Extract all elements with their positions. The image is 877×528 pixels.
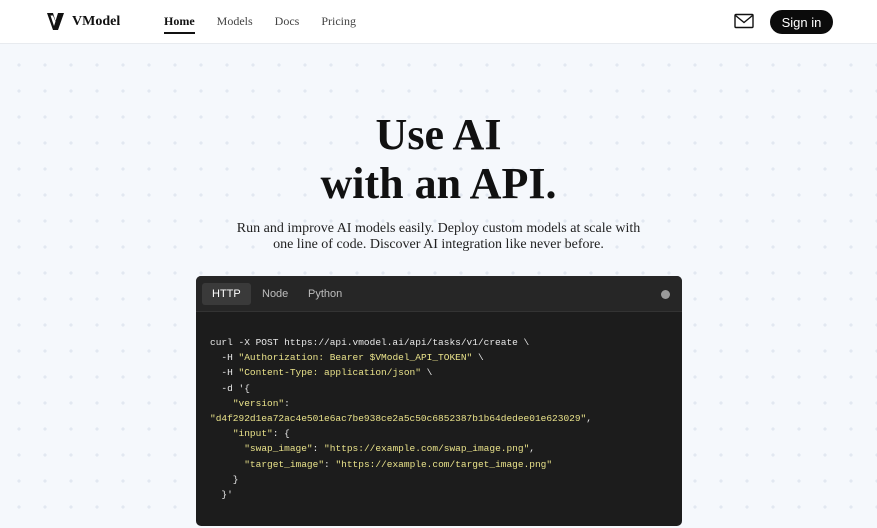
- brand-logo[interactable]: VModel: [47, 12, 120, 31]
- code-line: }': [210, 487, 592, 502]
- code-line: "target_image": "https://example.com/tar…: [210, 457, 592, 472]
- code-line: }: [210, 472, 592, 487]
- top-navbar: VModel Home Models Docs Pricing Sign in: [0, 0, 877, 44]
- code-text: -H: [210, 367, 239, 379]
- code-text: : {: [272, 428, 290, 440]
- code-string: "swap_image": [244, 443, 313, 455]
- code-line: -H "Content-Type: application/json" \: [210, 365, 592, 380]
- mail-icon[interactable]: [734, 13, 754, 29]
- code-string: "https://example.com/target_image.png": [335, 458, 553, 470]
- nav-link-models[interactable]: Models: [217, 14, 253, 34]
- code-text: :: [284, 397, 290, 409]
- nav-link-docs[interactable]: Docs: [275, 14, 300, 34]
- code-text: \: [420, 367, 433, 379]
- hero-title-line-2: with an API.: [320, 159, 557, 208]
- code-string: "version": [232, 397, 285, 409]
- code-line: "version":: [210, 396, 592, 411]
- code-line: "swap_image": "https://example.com/swap_…: [210, 441, 592, 456]
- brand-name: VModel: [72, 13, 121, 29]
- code-text: :: [312, 443, 325, 455]
- code-string: "Content-Type: application/json": [238, 367, 421, 379]
- code-text: curl -X POST https://api.vmodel.ai/api/t…: [210, 337, 530, 348]
- tab-python[interactable]: Python: [298, 283, 352, 305]
- nav-link-pricing[interactable]: Pricing: [321, 14, 356, 34]
- tab-http[interactable]: HTTP: [202, 283, 251, 305]
- code-string: "target_image": [244, 458, 325, 470]
- code-line: -H "Authorization: Bearer $VModel_API_TO…: [210, 350, 592, 365]
- code-string: "Authorization: Bearer $VModel_API_TOKEN…: [238, 352, 473, 364]
- code-text: }: [210, 473, 239, 485]
- code-text: :: [324, 458, 336, 470]
- vmodel-logo-icon: [47, 13, 64, 30]
- code-string: "https://example.com/swap_image.png": [324, 443, 530, 455]
- tab-node[interactable]: Node: [252, 283, 298, 305]
- status-dot-icon: [661, 290, 670, 299]
- hero-title-line-1: Use AI: [375, 110, 502, 159]
- code-block: curl -X POST https://api.vmodel.ai/api/t…: [210, 335, 592, 502]
- code-text: }': [210, 489, 233, 501]
- sign-in-button[interactable]: Sign in: [770, 10, 833, 34]
- hero-subtitle: Run and improve AI models easily. Deploy…: [236, 221, 641, 252]
- code-line: curl -X POST https://api.vmodel.ai/api/t…: [210, 335, 592, 350]
- code-text: -d '{: [210, 382, 250, 394]
- code-line: "input": {: [210, 426, 592, 441]
- code-line: "d4f292d1ea72ac4e501e6ac7be938ce2a5c50c6…: [210, 411, 592, 426]
- code-string: "d4f292d1ea72ac4e501e6ac7be938ce2a5c50c6…: [210, 413, 587, 425]
- code-text: ,: [529, 443, 535, 455]
- code-text: -H: [210, 352, 239, 364]
- code-sample-panel: HTTP Node Python curl -X POST https://ap…: [196, 276, 682, 526]
- code-line: -d '{: [210, 381, 592, 396]
- code-tabs-bar: HTTP Node Python: [196, 276, 682, 312]
- code-string: "input": [232, 428, 273, 440]
- nav-link-home[interactable]: Home: [164, 14, 195, 34]
- code-text: ,: [586, 413, 592, 425]
- nav-links: Home Models Docs Pricing: [164, 14, 378, 34]
- code-text: \: [472, 352, 484, 364]
- hero-title: Use AI with an API.: [0, 110, 877, 208]
